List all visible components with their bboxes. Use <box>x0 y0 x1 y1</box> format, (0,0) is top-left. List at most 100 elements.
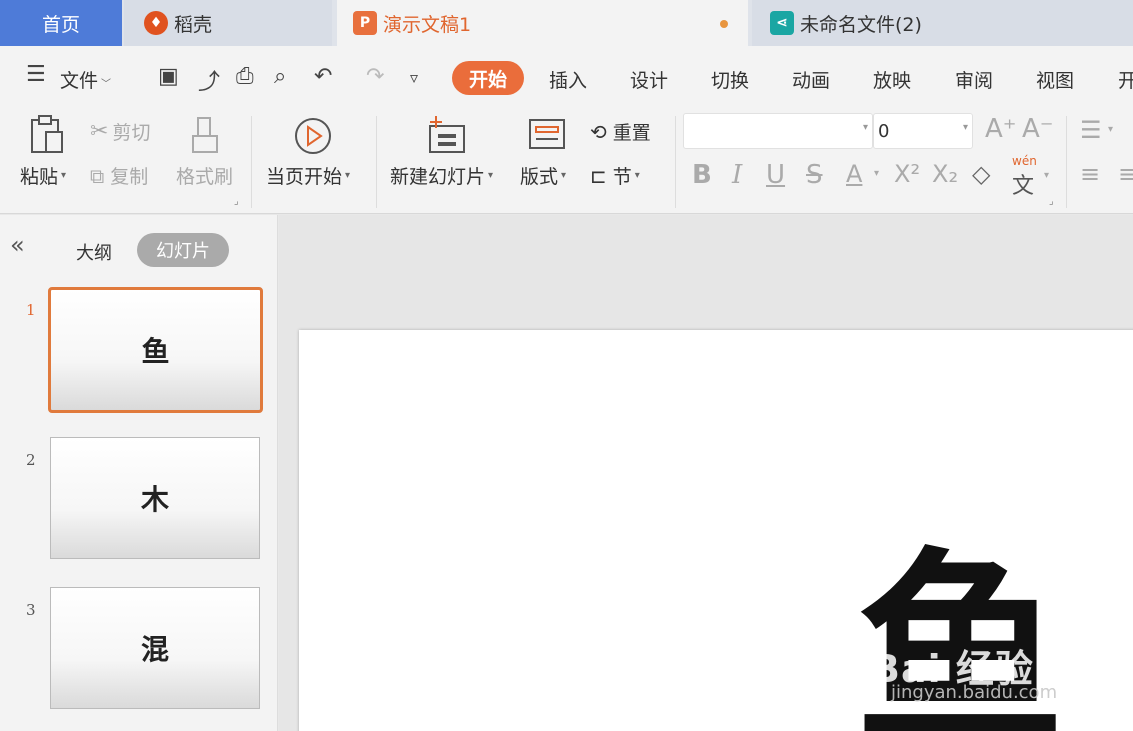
subscript-icon[interactable]: X₂ <box>932 160 958 188</box>
section-button[interactable]: ⊏ 节 ▾ <box>590 162 640 189</box>
redo-icon[interactable]: ↷ <box>366 64 384 89</box>
dialog-launcher-icon[interactable]: ⌟ <box>234 196 239 207</box>
eraser-icon[interactable]: ◇ <box>972 160 990 188</box>
tab-review[interactable]: 审阅 <box>955 66 993 93</box>
italic-icon[interactable]: I <box>732 160 742 190</box>
collapse-panel-icon[interactable]: « <box>10 231 25 259</box>
print-icon[interactable]: ⎙ <box>236 64 254 89</box>
copy-icon: ⧉ <box>90 163 105 188</box>
menu-row: ☰ 文件 ﹀ ▣ ⤴ ⎙ ⌕ ↶ ↷ ▿ 开始 插入 设计 切换 动画 放映 审阅… <box>0 46 1133 110</box>
separator <box>675 116 676 208</box>
tab-transition[interactable]: 切换 <box>711 66 749 93</box>
tab-insert[interactable]: 插入 <box>549 66 587 93</box>
tab-file[interactable]: ⋖ 未命名文件(2) <box>752 0 1133 46</box>
layout-label: 版式 <box>520 166 559 188</box>
tab-more[interactable]: 开 <box>1118 66 1133 93</box>
new-slide-icon[interactable] <box>426 114 468 156</box>
separator <box>376 116 377 208</box>
layout-button[interactable]: 版式 ▾ <box>520 162 566 189</box>
from-current-button[interactable]: 当页开始 ▾ <box>266 162 350 189</box>
presentation-icon: P <box>353 11 377 35</box>
slide-thumbnail-text: 混 <box>140 633 169 666</box>
strikethrough-icon[interactable]: S <box>806 160 823 190</box>
slide-thumbnail[interactable]: 鱼 <box>48 287 263 413</box>
tab-slides[interactable]: 幻灯片 <box>137 233 229 267</box>
slide-thumbnail-text: 木 <box>140 483 169 516</box>
new-slide-button[interactable]: 新建幻灯片 ▾ <box>390 162 493 189</box>
cut-label: 剪切 <box>112 122 151 144</box>
slide-thumbnail[interactable]: 木 <box>50 437 260 559</box>
cut-button[interactable]: ✂ 剪切 <box>90 118 150 145</box>
layout-icon[interactable] <box>528 118 566 152</box>
tab-start[interactable]: 开始 <box>452 61 524 95</box>
tab-start-label: 开始 <box>468 68 507 91</box>
align-center-icon[interactable]: ≡ <box>1118 160 1133 188</box>
paste-icon[interactable] <box>28 114 68 156</box>
tab-document-label: 演示文稿1 <box>383 13 472 36</box>
save-icon[interactable]: ▣ <box>158 64 179 89</box>
scissors-icon: ✂ <box>90 119 109 144</box>
tab-daoke-label: 稻壳 <box>174 13 213 36</box>
slide-thumbnail-text: 鱼 <box>141 335 170 368</box>
tab-animation[interactable]: 动画 <box>792 66 830 93</box>
decrease-font-icon[interactable]: A⁻ <box>1022 114 1054 144</box>
caret-down-icon[interactable]: ▾ <box>1044 170 1049 181</box>
tab-outline[interactable]: 大纲 <box>76 239 112 265</box>
bullet-list-icon[interactable]: ☰ <box>1080 116 1102 144</box>
tab-bar: 首页 ♦ 稻壳 P 演示文稿1 ⋖ 未命名文件(2) <box>0 0 1133 46</box>
font-size-input[interactable]: 0 ▾ <box>873 113 973 149</box>
file-menu[interactable]: 文件 ﹀ <box>60 66 111 93</box>
new-slide-label: 新建幻灯片 <box>390 166 486 188</box>
phonetic-label: wén <box>1012 154 1037 168</box>
print-preview-icon[interactable]: ⌕ <box>274 64 286 89</box>
tab-slides-label: 幻灯片 <box>156 241 210 262</box>
tab-view[interactable]: 视图 <box>1036 66 1074 93</box>
tab-daoke[interactable]: ♦ 稻壳 <box>124 0 332 46</box>
section-icon: ⊏ <box>590 163 607 188</box>
share-icon: ⋖ <box>770 11 794 35</box>
bold-icon[interactable]: B <box>692 160 712 190</box>
current-slide[interactable]: 鱼 Bai 经验 jingyan.baidu.com <box>299 330 1133 731</box>
daoke-logo-icon: ♦ <box>144 11 168 35</box>
caret-down-icon[interactable]: ▾ <box>1108 124 1113 135</box>
superscript-icon[interactable]: X² <box>894 160 920 188</box>
section-label: 节 <box>612 166 632 188</box>
tab-design[interactable]: 设计 <box>630 66 668 93</box>
tab-slideshow[interactable]: 放映 <box>873 66 911 93</box>
tab-document[interactable]: P 演示文稿1 <box>337 0 748 46</box>
separator <box>1066 116 1067 208</box>
play-icon[interactable] <box>293 116 333 156</box>
dialog-launcher-icon[interactable]: ⌟ <box>1049 196 1054 207</box>
tab-file-label: 未命名文件(2) <box>800 13 922 36</box>
slide-thumbnail[interactable]: 混 <box>50 587 260 709</box>
underline-icon[interactable]: U <box>766 160 785 190</box>
reset-label: 重置 <box>612 122 651 144</box>
chevron-down-icon: ﹀ <box>101 79 112 90</box>
hamburger-icon[interactable]: ☰ <box>26 62 46 87</box>
format-painter-icon[interactable] <box>190 116 220 156</box>
export-icon[interactable]: ⤴ <box>198 64 220 96</box>
from-current-label: 当页开始 <box>266 166 343 188</box>
toolbar: ☰ 文件 ﹀ ▣ ⤴ ⎙ ⌕ ↶ ↷ ▿ 开始 插入 设计 切换 动画 放映 审阅… <box>0 46 1133 214</box>
reset-button[interactable]: ⟲ 重置 <box>590 118 651 145</box>
copy-label: 复制 <box>110 166 149 188</box>
tab-home-label: 首页 <box>41 13 80 36</box>
caret-down-icon: ▾ <box>561 170 567 181</box>
format-painter-label[interactable]: 格式刷 <box>176 162 233 189</box>
align-left-icon[interactable]: ≡ <box>1080 160 1100 188</box>
copy-button[interactable]: ⧉ 复制 <box>90 162 148 189</box>
paste-button[interactable]: 粘贴 ▾ <box>20 162 66 189</box>
increase-font-icon[interactable]: A⁺ <box>985 114 1017 144</box>
undo-icon[interactable]: ↶ <box>314 64 332 89</box>
font-name-input[interactable]: ▾ <box>683 113 873 149</box>
caret-down-icon: ▾ <box>488 170 494 181</box>
reset-icon: ⟲ <box>590 119 607 144</box>
caret-down-icon[interactable]: ▾ <box>874 168 879 179</box>
slide-number: 2 <box>26 451 36 469</box>
editing-canvas: 鱼 Bai 经验 jingyan.baidu.com <box>279 215 1133 731</box>
customize-icon[interactable]: ▿ <box>410 68 418 87</box>
font-color-icon[interactable]: A <box>846 160 862 188</box>
tab-home[interactable]: 首页 <box>0 0 122 46</box>
caret-down-icon: ▾ <box>634 170 640 181</box>
phonetic-guide-icon[interactable]: 文 <box>1012 168 1034 200</box>
